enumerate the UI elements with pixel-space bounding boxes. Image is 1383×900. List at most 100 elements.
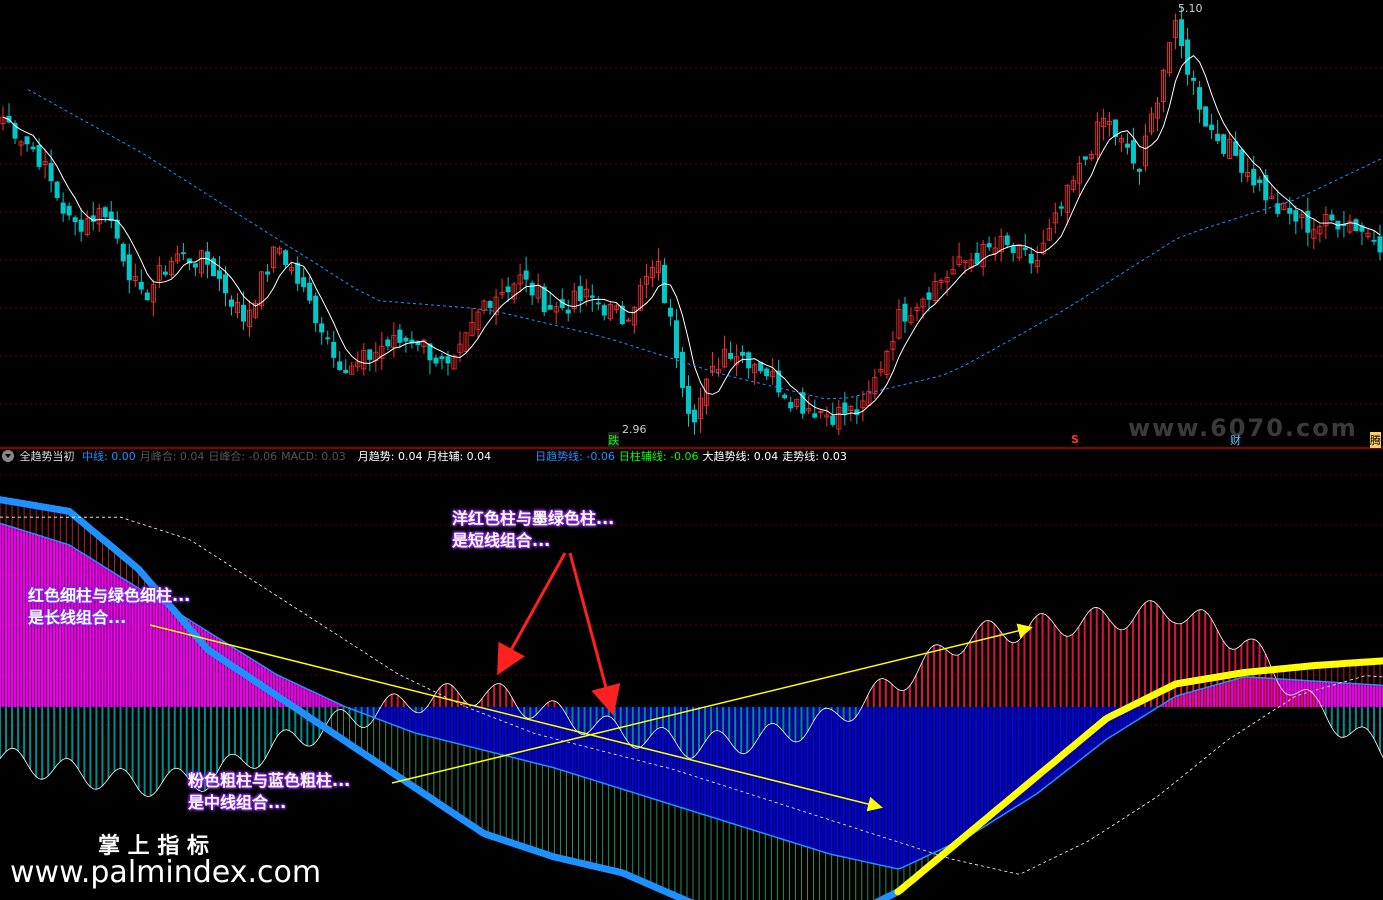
candle-body [60, 202, 66, 214]
candle-body [523, 270, 529, 280]
candle-body [216, 270, 222, 279]
candle-body [1191, 77, 1197, 81]
candle-body [1197, 87, 1203, 110]
brand-url: www.palmindex.com [10, 855, 322, 890]
candle-body [902, 303, 908, 322]
candle-body [120, 243, 126, 262]
candle-body [433, 357, 439, 364]
candle-body [66, 205, 72, 216]
long-ma-line [27, 89, 1383, 400]
watermark-6070: www.6070.com [1128, 414, 1358, 442]
candle-body [1275, 203, 1281, 214]
candle-body [313, 295, 319, 324]
candle-body [740, 351, 746, 356]
indicator-value-0: 中线: 0.00 [82, 450, 136, 463]
candle-body [241, 304, 247, 322]
collapse-icon[interactable] [2, 450, 14, 462]
indicator-header: 全趋势当初 中线: 0.00 月峰合: 0.04 日峰合: -0.06 MACD: 0… [0, 449, 1383, 465]
candle-body [1058, 206, 1064, 209]
candle-body [764, 368, 770, 377]
indicator-name[interactable]: 全趋势当初 [20, 450, 75, 463]
signal-die: 跌 [608, 432, 619, 448]
candle-body [295, 262, 301, 284]
candle-body [325, 337, 331, 340]
candle-body [1130, 140, 1136, 164]
candle-body [505, 286, 511, 293]
annotation-long-line1: 红色细柱与绿色细柱... [28, 586, 191, 605]
candle-body [830, 415, 836, 425]
candle-body [1257, 179, 1263, 183]
candle-body [283, 250, 289, 265]
candle-body [1185, 39, 1191, 75]
candle-body [1022, 247, 1028, 250]
candle-body [337, 361, 343, 371]
candle-body [385, 339, 391, 347]
indicator-value-7: 日柱辅线: -0.06 [618, 450, 699, 463]
candle-body [72, 217, 78, 223]
candle-body [1353, 219, 1359, 231]
candle-body [1329, 214, 1335, 221]
candle-body [782, 394, 788, 399]
candle-body [1371, 239, 1377, 242]
candle-body [595, 302, 601, 305]
candle-body [728, 352, 734, 359]
candle-body [1233, 141, 1239, 156]
candle-body [126, 254, 132, 281]
candle-body [397, 329, 403, 343]
annotation-long-line2: 是长线组合... [28, 608, 127, 627]
candle-body [54, 181, 60, 198]
indicator-value-6: 日趋势线: -0.06 [535, 450, 615, 463]
candle-body [788, 402, 794, 409]
indicator-value-1: 月峰合: 0.04 [139, 450, 205, 463]
candle-body [265, 271, 271, 275]
candle-body [367, 349, 373, 360]
candle-body [679, 351, 685, 388]
candle-body [144, 292, 150, 301]
candle-body [1209, 124, 1215, 130]
annotation-mid-line1: 粉色粗柱与蓝色粗柱... [188, 771, 351, 790]
low-price-label: 2.96 [622, 423, 647, 436]
candle-body [746, 352, 752, 369]
high-price-label: 5.10 [1178, 2, 1203, 15]
candle-body [601, 305, 607, 316]
candle-body [1010, 246, 1016, 253]
candle-body [487, 301, 493, 308]
candle-body [331, 341, 337, 358]
candle-body [1293, 210, 1299, 222]
signal-teng: 腾 [1370, 432, 1381, 448]
short-ma-line [2, 55, 1381, 416]
arrow-short-right [568, 552, 621, 716]
candle-body [842, 402, 848, 414]
annotation-short-line1: 洋红色柱与墨绿色柱... [452, 509, 615, 528]
candle-body [403, 337, 409, 342]
candle-body [541, 286, 547, 313]
candle-body [529, 282, 535, 296]
candle-body [24, 136, 30, 145]
annotation-mid-line2: 是中线组合... [188, 793, 287, 812]
candle-body [589, 295, 595, 298]
candle-body [78, 219, 84, 232]
annotation-short-line2: 是短线组合... [452, 531, 551, 550]
indicator-value-8: 大趋势线: 0.04 [702, 450, 779, 463]
price-chart [0, 5, 1383, 436]
candle-body [812, 413, 818, 418]
candle-body [1082, 156, 1088, 160]
candle-body [1215, 133, 1221, 142]
arrow-short-left [497, 552, 567, 676]
candle-body [36, 145, 42, 167]
candle-body [307, 282, 313, 301]
candle-body [1251, 168, 1257, 186]
candle-body [986, 243, 992, 248]
candle-body [926, 292, 932, 300]
signal-s: S [1071, 433, 1079, 446]
candle-body [577, 286, 583, 301]
candle-body [204, 251, 210, 265]
candle-body [1028, 253, 1034, 264]
candle-body [667, 307, 673, 317]
candle-body [30, 146, 36, 150]
candle-body [547, 305, 553, 310]
candle-body [222, 274, 228, 294]
candle-body [138, 281, 144, 290]
candle-body [102, 207, 108, 218]
candle-body [180, 252, 186, 255]
